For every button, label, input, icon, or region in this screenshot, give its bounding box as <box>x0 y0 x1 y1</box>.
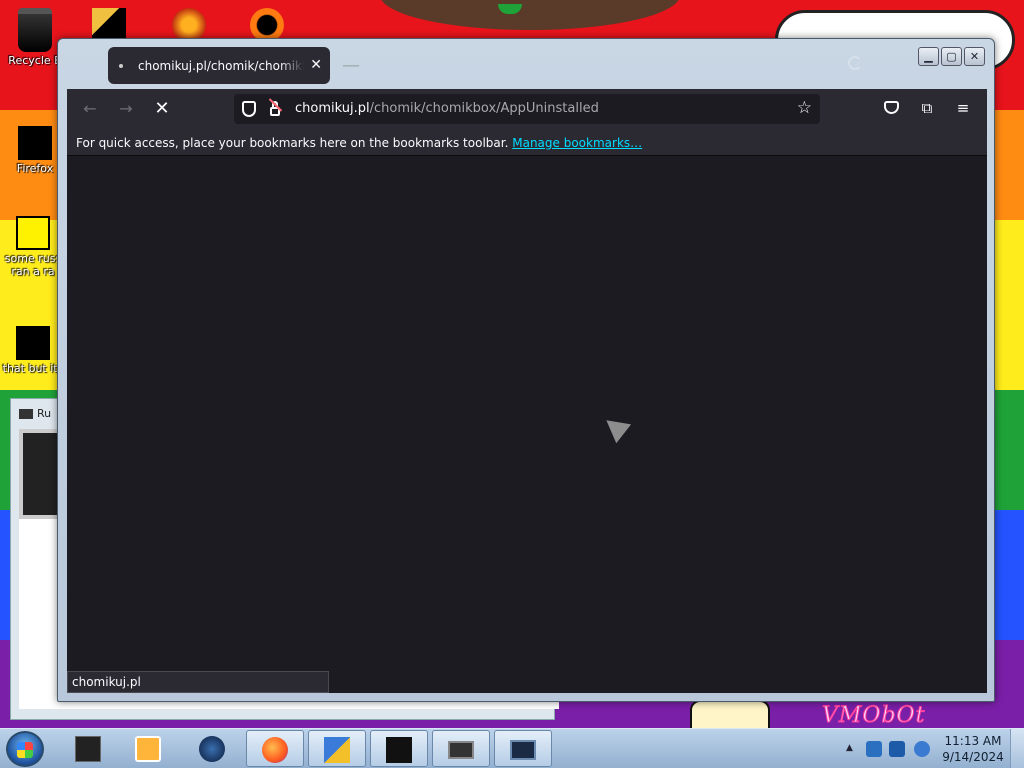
taskbar: ▲ 11:13 AM 9/14/2024 <box>0 728 1024 768</box>
navigation-toolbar: ← → ✕ chomikuj.pl/chomik/chomikbox/AppUn… <box>67 89 987 129</box>
status-bar: chomikuj.pl <box>67 671 329 693</box>
tracking-protection-shield-icon[interactable] <box>242 101 256 117</box>
tray-app-icon[interactable] <box>866 741 882 757</box>
pocket-icon <box>883 101 899 114</box>
tab-title: chomikuj.pl/chomik/chomikbox/AppUninstal… <box>138 59 304 73</box>
page-content[interactable]: chomikuj.pl <box>67 156 987 693</box>
wallpaper-art-text: VMObOt <box>821 703 926 729</box>
desktop-icon-label: Firefox <box>16 162 54 175</box>
background-window-title: Ru <box>19 407 51 420</box>
desktop-icon-label-line2: ran a ra <box>11 265 55 278</box>
volume-icon[interactable] <box>914 741 930 757</box>
hamburger-menu-icon[interactable]: ≡ <box>953 98 973 118</box>
taskbar-item-1[interactable] <box>60 730 118 767</box>
taskbar-clock[interactable]: 11:13 AM 9/14/2024 <box>940 733 1006 765</box>
close-button[interactable]: ✕ <box>964 47 985 66</box>
maximize-button[interactable]: ▢ <box>941 47 962 66</box>
desktop-icon-label: Recycle B <box>8 54 62 67</box>
desktop-icon-label: that but its <box>2 362 64 375</box>
window-icon <box>386 737 412 763</box>
forward-button[interactable]: → <box>114 98 138 120</box>
new-tab-button[interactable]: — <box>342 55 360 76</box>
url-path: /chomik/chomikbox/AppUninstalled <box>369 101 599 116</box>
insecure-lock-icon[interactable] <box>268 98 283 117</box>
terminal-icon <box>510 740 536 760</box>
manage-bookmarks-link[interactable]: Manage bookmarks… <box>512 136 642 150</box>
bookmarks-hint-text: For quick access, place your bookmarks h… <box>76 136 509 150</box>
app-icon <box>19 409 33 419</box>
monitor-icon <box>448 741 474 759</box>
firefox-icon <box>18 126 52 160</box>
desktop-folder-icon[interactable] <box>92 8 126 42</box>
loading-spinner-icon <box>848 56 862 70</box>
address-bar[interactable]: chomikuj.pl/chomik/chomikbox/AppUninstal… <box>234 94 820 124</box>
back-button[interactable]: ← <box>78 98 102 120</box>
taskbar-item-screen[interactable] <box>432 730 490 767</box>
url-domain: chomikuj.pl <box>295 101 370 116</box>
browser-chrome: ← → ✕ chomikuj.pl/chomik/chomikbox/AppUn… <box>67 89 987 693</box>
pocket-button[interactable] <box>881 98 901 118</box>
clock-date: 9/14/2024 <box>942 750 1004 764</box>
tab-close-icon[interactable]: ✕ <box>310 57 322 73</box>
desktop-app-icon-2[interactable] <box>250 8 284 42</box>
tab-loading-icon <box>119 64 123 68</box>
wallpaper-art-bottom <box>690 700 770 728</box>
browser-window[interactable]: chomikuj.pl/chomik/chomikbox/AppUninstal… <box>57 38 995 702</box>
file-icon <box>16 326 50 360</box>
tray-expand-icon[interactable]: ▲ <box>846 743 853 753</box>
bookmark-star-icon[interactable]: ☆ <box>797 98 812 118</box>
tab-active[interactable]: chomikuj.pl/chomik/chomikbox/AppUninstal… <box>108 47 330 84</box>
taskbar-item-globe[interactable] <box>184 730 242 767</box>
extensions-icon[interactable]: ⧉ <box>917 98 937 118</box>
mouse-cursor-icon <box>598 410 632 444</box>
file-icon <box>16 216 50 250</box>
window-controls: ▁ ▢ ✕ <box>918 47 985 66</box>
taskbar-item-media-player[interactable] <box>120 730 178 767</box>
minimize-button[interactable]: ▁ <box>918 47 939 66</box>
url-text[interactable]: chomikuj.pl/chomik/chomikbox/AppUninstal… <box>295 101 599 116</box>
cube-app-icon <box>75 736 101 762</box>
desktop-icon-label: some russ <box>4 252 62 265</box>
desktop-app-icon[interactable] <box>172 8 206 42</box>
taskbar-item-dark-window[interactable] <box>370 730 428 767</box>
media-player-icon <box>135 736 161 762</box>
globe-icon <box>199 736 225 762</box>
network-icon[interactable] <box>889 741 905 757</box>
bookmarks-toolbar: For quick access, place your bookmarks h… <box>67 129 987 156</box>
stop-button[interactable]: ✕ <box>150 98 174 120</box>
firefox-icon <box>262 737 288 763</box>
taskbar-item-firefox[interactable] <box>246 730 304 767</box>
checklist-icon <box>324 737 350 763</box>
background-window-title-text: Ru <box>37 407 52 420</box>
taskbar-item-terminal[interactable] <box>494 730 552 767</box>
windows-logo-icon <box>17 742 33 758</box>
start-button[interactable] <box>6 731 44 767</box>
taskbar-item-checklist[interactable] <box>308 730 366 767</box>
recycle-bin-icon <box>18 8 52 52</box>
clock-time: 11:13 AM <box>944 734 1002 748</box>
show-desktop-button[interactable] <box>1010 729 1024 768</box>
